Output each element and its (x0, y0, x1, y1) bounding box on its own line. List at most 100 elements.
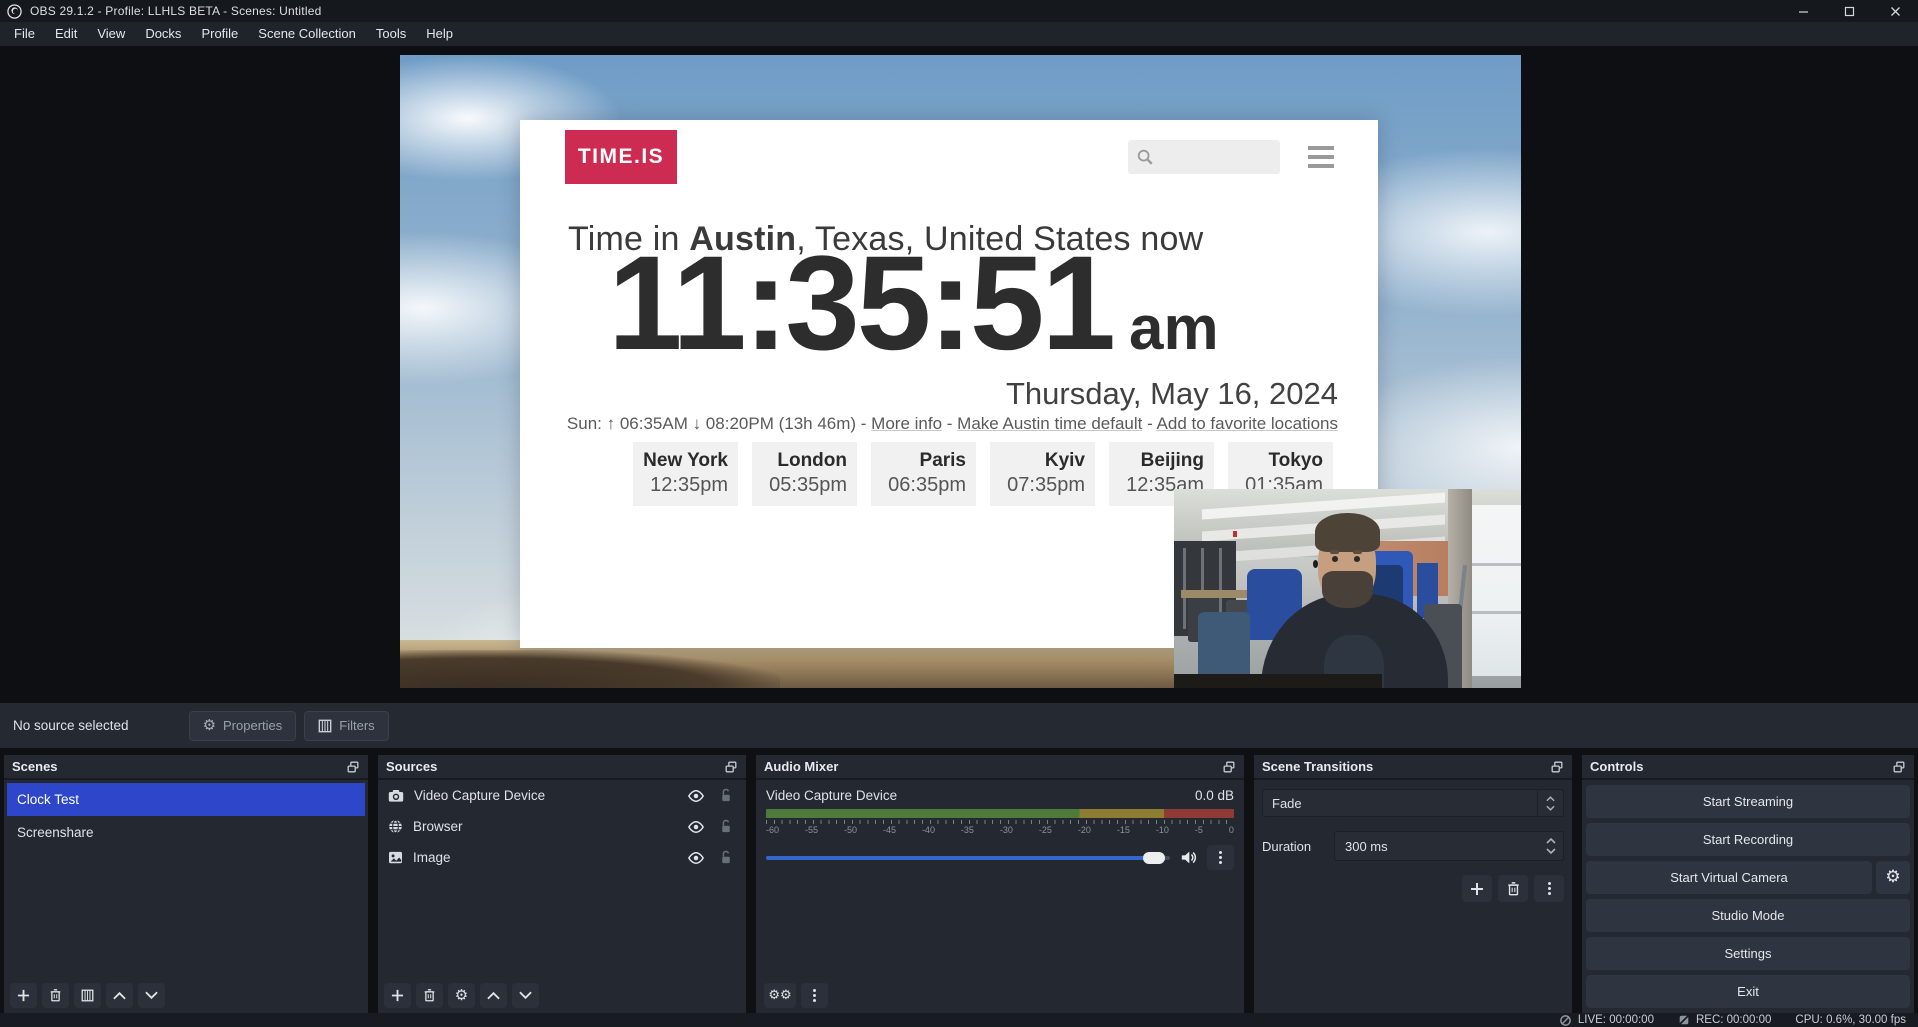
start-streaming-button[interactable]: Start Streaming (1586, 785, 1910, 818)
timeis-date: Thursday, May 16, 2024 (1006, 376, 1338, 412)
menu-edit[interactable]: Edit (45, 22, 87, 46)
audio-mixer-header[interactable]: Audio Mixer (756, 755, 1244, 780)
add-source-button[interactable] (384, 983, 411, 1008)
visibility-eye-icon[interactable] (687, 852, 705, 864)
advanced-audio-button[interactable]: ⚙⚙ (764, 983, 796, 1008)
mixer-toolbar: ⚙⚙ (764, 983, 828, 1008)
lock-open-icon[interactable] (720, 788, 732, 803)
audio-mixer-panel: Audio Mixer Video Capture Device 0.0 dB … (756, 755, 1244, 1013)
move-scene-down-button[interactable] (138, 983, 165, 1008)
sun-times: Sun: ↑ 06:35AM ↓ 08:20PM (13h 46m) - (567, 414, 871, 433)
select-arrows[interactable] (1537, 790, 1563, 816)
remove-source-button[interactable] (416, 983, 443, 1008)
chevron-down-icon (1546, 848, 1556, 854)
clock-ampm: am (1129, 293, 1219, 364)
maximize-button[interactable] (1826, 0, 1872, 22)
meter-tick-marks (766, 820, 1234, 824)
scene-item-screenshare[interactable]: Screenshare (7, 816, 365, 849)
visibility-eye-icon[interactable] (687, 790, 705, 802)
controls-panel-header[interactable]: Controls (1582, 755, 1914, 780)
exit-button[interactable]: Exit (1586, 975, 1910, 1008)
webcam-table (1181, 590, 1257, 598)
minimize-button[interactable] (1780, 0, 1826, 22)
source-item-video-capture[interactable]: Video Capture Device (378, 780, 746, 811)
image-icon (388, 851, 403, 864)
webcam-window (1469, 505, 1521, 676)
city-kyiv[interactable]: Kyiv07:35pm (990, 442, 1095, 506)
spinbox-arrows[interactable] (1539, 838, 1563, 854)
chevron-up-icon (1546, 796, 1555, 802)
transitions-panel-header[interactable]: Scene Transitions (1254, 755, 1572, 780)
source-item-browser[interactable]: Browser (378, 811, 746, 842)
close-button[interactable] (1872, 0, 1918, 22)
preview-area: TIME.IS Time in Austin, Texas, United St… (0, 46, 1918, 703)
start-virtual-camera-button[interactable]: Start Virtual Camera (1586, 861, 1872, 894)
volume-slider-handle[interactable] (1143, 852, 1165, 864)
properties-button[interactable]: ⚙ Properties (189, 711, 297, 741)
menu-file[interactable]: File (4, 22, 45, 46)
speaker-icon[interactable] (1180, 850, 1197, 865)
transition-select[interactable]: Fade (1262, 789, 1564, 817)
menu-profile[interactable]: Profile (191, 22, 248, 46)
duration-label: Duration (1262, 839, 1334, 854)
source-item-image[interactable]: Image (378, 842, 746, 873)
record-inactive-icon (1678, 1014, 1690, 1026)
move-source-down-button[interactable] (512, 983, 539, 1008)
controls-panel: Controls Start Streaming Start Recording… (1582, 755, 1914, 1013)
popout-icon[interactable] (724, 760, 738, 774)
menu-view[interactable]: View (87, 22, 135, 46)
mixer-menu-button[interactable] (801, 983, 828, 1008)
menu-scene-collection[interactable]: Scene Collection (248, 22, 366, 46)
popout-icon[interactable] (1222, 760, 1236, 774)
webcam-desk-edge (1174, 674, 1382, 688)
scenes-panel-header[interactable]: Scenes (4, 755, 368, 780)
mixer-channel-menu-button[interactable] (1207, 845, 1234, 870)
popout-icon[interactable] (1550, 760, 1564, 774)
add-scene-button[interactable] (10, 983, 37, 1008)
virtual-camera-config-button[interactable]: ⚙ (1876, 861, 1910, 894)
rec-status: REC: 00:00:00 (1678, 1014, 1771, 1026)
webcam-overlay (1174, 489, 1521, 688)
city-paris[interactable]: Paris06:35pm (871, 442, 976, 506)
add-transition-button[interactable] (1462, 875, 1492, 902)
start-recording-button[interactable]: Start Recording (1586, 823, 1910, 856)
popout-icon[interactable] (1892, 760, 1906, 774)
obs-logo-icon (7, 4, 22, 19)
timeis-sun-line: Sun: ↑ 06:35AM ↓ 08:20PM (13h 46m) - Mor… (567, 414, 1338, 434)
studio-mode-button[interactable]: Studio Mode (1586, 899, 1910, 932)
remove-transition-button[interactable] (1498, 875, 1528, 902)
more-info-link[interactable]: More info (871, 414, 942, 433)
hamburger-menu-icon[interactable] (1308, 146, 1334, 168)
timeis-search-input[interactable] (1128, 140, 1280, 174)
make-default-link[interactable]: Make Austin time default (957, 414, 1142, 433)
volume-slider[interactable] (766, 851, 1170, 865)
timeis-logo: TIME.IS (565, 130, 677, 184)
menu-tools[interactable]: Tools (366, 22, 416, 46)
scenes-panel: Scenes Clock Test Screenshare (4, 755, 368, 1013)
gear-icon: ⚙ (203, 718, 216, 733)
double-gear-icon: ⚙⚙ (768, 989, 791, 1002)
remove-scene-button[interactable] (42, 983, 69, 1008)
source-properties-button[interactable]: ⚙ (448, 983, 475, 1008)
popout-icon[interactable] (346, 760, 360, 774)
add-favorite-link[interactable]: Add to favorite locations (1157, 414, 1338, 433)
menu-docks[interactable]: Docks (135, 22, 191, 46)
transition-menu-button[interactable] (1534, 875, 1564, 902)
visibility-eye-icon[interactable] (687, 821, 705, 833)
lock-open-icon[interactable] (720, 850, 732, 865)
menu-bar: File Edit View Docks Profile Scene Colle… (0, 22, 1918, 46)
status-bar: LIVE: 00:00:00 REC: 00:00:00 CPU: 0.6%, … (0, 1013, 1918, 1027)
move-scene-up-button[interactable] (106, 983, 133, 1008)
scene-filters-button[interactable] (74, 983, 101, 1008)
settings-button[interactable]: Settings (1586, 937, 1910, 970)
lock-open-icon[interactable] (720, 819, 732, 834)
duration-spinbox[interactable]: 300 ms (1334, 831, 1564, 861)
city-newyork[interactable]: New York12:35pm (633, 442, 738, 506)
scene-item-clock-test[interactable]: Clock Test (7, 783, 365, 816)
move-source-up-button[interactable] (480, 983, 507, 1008)
city-london[interactable]: London05:35pm (752, 442, 857, 506)
menu-help[interactable]: Help (416, 22, 463, 46)
program-preview[interactable]: TIME.IS Time in Austin, Texas, United St… (400, 55, 1521, 688)
sources-panel-header[interactable]: Sources (378, 755, 746, 780)
filters-button[interactable]: Filters (304, 711, 388, 741)
